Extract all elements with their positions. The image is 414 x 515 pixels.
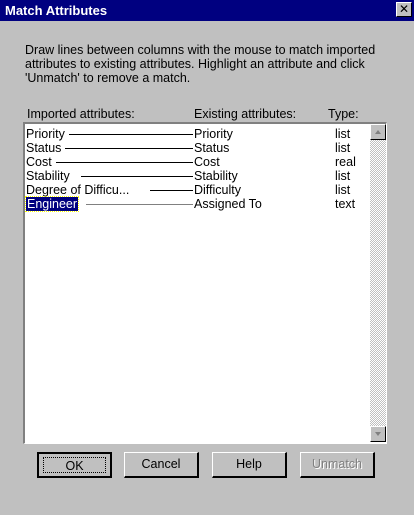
match-row-engineer[interactable]: Engineer Assigned To text (24, 196, 358, 212)
existing-attribute[interactable]: Stability (194, 169, 238, 183)
match-line (69, 134, 193, 135)
match-line (65, 148, 193, 149)
instructions-text: Draw lines between columns with the mous… (25, 43, 376, 85)
match-line (56, 162, 193, 163)
match-attributes-dialog: Match Attributes ✕ Draw lines between co… (0, 0, 414, 515)
match-row-status[interactable]: Status Status list (26, 141, 358, 155)
imported-attribute[interactable]: Degree of Difficu... (26, 183, 129, 197)
imported-attributes-header: Imported attributes: (27, 107, 135, 121)
scroll-down-icon (375, 432, 381, 436)
imported-attribute[interactable]: Cost (26, 155, 52, 169)
match-row-difficulty[interactable]: Degree of Difficu... Difficulty list (26, 183, 358, 197)
scroll-up-button[interactable] (370, 124, 386, 140)
window-title: Match Attributes (5, 3, 108, 18)
cancel-label: Cancel (141, 457, 181, 471)
attribute-type: list (335, 141, 351, 155)
scroll-up-icon (375, 130, 381, 134)
match-line (150, 190, 193, 191)
existing-attribute[interactable]: Difficulty (194, 183, 241, 197)
vertical-scrollbar[interactable] (370, 124, 386, 442)
attribute-match-list[interactable]: Priority Priority list Status Status lis… (23, 122, 387, 444)
type-header: Type: (328, 107, 359, 121)
close-button[interactable]: ✕ (396, 2, 412, 17)
attribute-type: list (335, 127, 351, 141)
imported-attribute[interactable]: Status (26, 141, 61, 155)
imported-attribute-selected[interactable]: Engineer (24, 196, 80, 212)
existing-attributes-header: Existing attributes: (194, 107, 297, 121)
match-row-stability[interactable]: Stability Stability list (26, 169, 358, 183)
cancel-button[interactable]: Cancel (124, 452, 199, 478)
close-icon: ✕ (398, 2, 410, 16)
ok-label: OK (43, 457, 106, 473)
existing-attribute[interactable]: Status (194, 141, 229, 155)
help-label: Help (236, 457, 262, 471)
match-row-cost[interactable]: Cost Cost real (26, 155, 358, 169)
attribute-type: list (335, 169, 351, 183)
scroll-down-button[interactable] (370, 426, 386, 442)
ok-button[interactable]: OK (37, 452, 112, 478)
match-row-priority[interactable]: Priority Priority list (26, 127, 358, 141)
attribute-type: list (335, 183, 351, 197)
existing-attribute[interactable]: Cost (194, 155, 220, 169)
existing-attribute[interactable]: Assigned To (194, 197, 262, 211)
match-line (86, 204, 193, 205)
attribute-type: text (335, 197, 356, 211)
attribute-type: real (335, 155, 356, 169)
title-bar[interactable]: Match Attributes ✕ (0, 0, 414, 21)
imported-attribute[interactable]: Priority (26, 127, 65, 141)
help-button[interactable]: Help (212, 452, 287, 478)
unmatch-label: Unmatch (311, 457, 363, 471)
existing-attribute[interactable]: Priority (194, 127, 233, 141)
unmatch-button[interactable]: Unmatch (300, 452, 375, 478)
imported-attribute[interactable]: Stability (26, 169, 70, 183)
match-line (81, 176, 193, 177)
